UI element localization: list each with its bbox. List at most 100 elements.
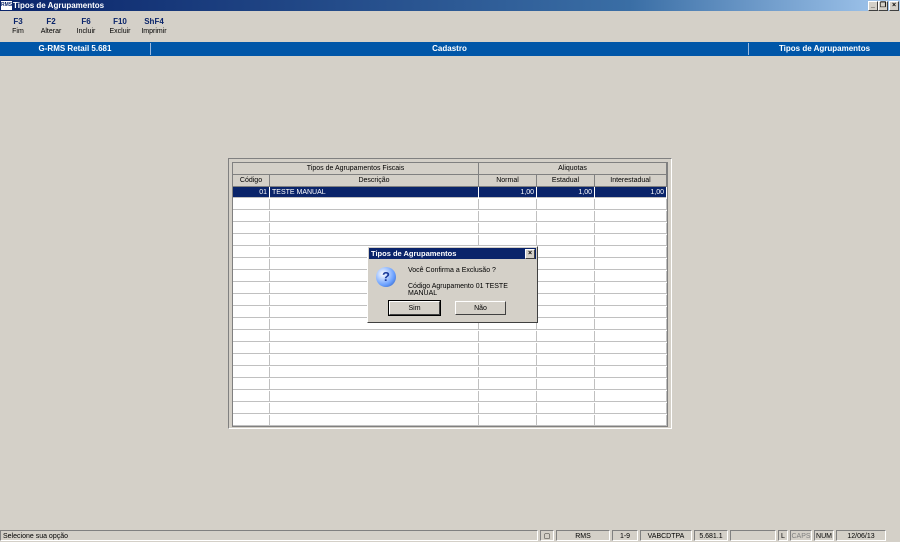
col-header-codigo[interactable]: Código [233, 175, 270, 187]
cell-empty [595, 235, 667, 246]
group-header-tipos: Tipos de Agrupamentos Fiscais [233, 163, 479, 175]
status-blank [730, 530, 776, 541]
cell-empty [537, 403, 595, 414]
table-row-empty[interactable] [233, 415, 667, 426]
table-row-empty[interactable] [233, 211, 667, 222]
imprimir-button[interactable]: ShF4 Imprimir [136, 16, 172, 37]
col-header-descricao[interactable]: Descrição [270, 175, 479, 187]
status-page: 1-9 [612, 530, 638, 541]
table-row-empty[interactable] [233, 223, 667, 234]
cell-empty [537, 391, 595, 402]
cell-empty [479, 355, 537, 366]
cell-empty [270, 415, 479, 426]
col-header-normal[interactable]: Normal [479, 175, 537, 187]
col-header-estadual[interactable]: Estadual [537, 175, 595, 187]
system-name: G-RMS Retail 5.681 [38, 44, 112, 53]
nao-button[interactable]: Não [455, 301, 506, 315]
sim-button[interactable]: Sim [388, 300, 441, 316]
cell-empty [537, 379, 595, 390]
cell-empty [595, 415, 667, 426]
cell-empty [595, 199, 667, 210]
cell-codigo: 01 [233, 187, 270, 198]
incluir-button[interactable]: F6 Incluir [68, 16, 104, 37]
excluir-key: F10 [113, 17, 127, 26]
cell-empty [595, 379, 667, 390]
status-version: 5.681.1 [694, 530, 728, 541]
incluir-label: Incluir [76, 28, 96, 35]
table-row-empty[interactable] [233, 199, 667, 210]
cell-empty [270, 367, 479, 378]
cell-empty [595, 391, 667, 402]
cell-empty [595, 331, 667, 342]
cell-empty [537, 415, 595, 426]
module-name: Cadastro [432, 44, 467, 53]
dialog-title-bar: Tipos de Agrupamentos × [369, 248, 536, 259]
cell-interestadual: 1,00 [595, 187, 667, 198]
cell-empty [595, 211, 667, 222]
alterar-button[interactable]: F2 Alterar [33, 16, 69, 37]
cell-empty [270, 199, 479, 210]
title-bar: RMS Tipos de Agrupamentos _ ❐ × [0, 0, 900, 11]
alterar-label: Alterar [40, 28, 62, 35]
cell-empty [595, 355, 667, 366]
table-row-empty[interactable] [233, 403, 667, 414]
table-row[interactable]: 01 TESTE MANUAL 1,00 1,00 1,00 [233, 187, 667, 198]
status-bar: Selecione sua opção ▢ RMS 1-9 VABCDTPA 5… [0, 529, 900, 542]
cell-empty [233, 403, 270, 414]
status-date: 12/06/13 [836, 530, 886, 541]
cell-empty [479, 367, 537, 378]
table-row-empty[interactable] [233, 367, 667, 378]
cell-empty [537, 271, 595, 282]
cell-empty [537, 223, 595, 234]
table-row-empty[interactable] [233, 391, 667, 402]
table-row-empty[interactable] [233, 379, 667, 390]
cell-empty [537, 355, 595, 366]
fim-button[interactable]: F3 Fim [0, 16, 36, 37]
imprimir-key: ShF4 [144, 17, 164, 26]
fim-label: Fim [12, 28, 24, 35]
dialog-close-icon[interactable]: × [525, 249, 535, 259]
cell-empty [479, 415, 537, 426]
cell-empty [479, 223, 537, 234]
cell-empty [595, 271, 667, 282]
cell-empty [537, 211, 595, 222]
cell-empty [479, 235, 537, 246]
cell-empty [537, 235, 595, 246]
cell-empty [595, 307, 667, 318]
alterar-key: F2 [46, 17, 56, 26]
cell-empty [233, 415, 270, 426]
cell-empty [595, 343, 667, 354]
restore-icon[interactable]: ❐ [878, 1, 888, 11]
cell-empty [479, 391, 537, 402]
cell-empty [537, 319, 595, 330]
cell-empty [233, 283, 270, 294]
question-icon: ? [376, 267, 396, 287]
table-row-empty[interactable] [233, 343, 667, 354]
excluir-button[interactable]: F10 Excluir [102, 16, 138, 37]
col-header-interestadual[interactable]: Interestadual [595, 175, 667, 187]
cell-empty [233, 247, 270, 258]
close-icon[interactable]: × [889, 1, 899, 11]
cell-empty [270, 211, 479, 222]
status-num: NUM [814, 530, 834, 541]
cell-normal: 1,00 [479, 187, 537, 198]
table-row-empty[interactable] [233, 355, 667, 366]
dialog-title: Tipos de Agrupamentos [371, 249, 457, 258]
table-row-empty[interactable] [233, 331, 667, 342]
status-program: VABCDTPA [640, 530, 692, 541]
table-row-empty[interactable] [233, 235, 667, 246]
minimize-icon[interactable]: _ [868, 1, 878, 11]
cell-empty [595, 283, 667, 294]
imprimir-label: Imprimir [141, 28, 167, 35]
cell-empty [233, 199, 270, 210]
cell-empty [537, 247, 595, 258]
window-title: Tipos de Agrupamentos [13, 1, 105, 10]
cell-empty [233, 307, 270, 318]
dialog-detail: Código Agrupamento 01 TESTE MANUAL [408, 283, 508, 297]
excluir-label: Excluir [109, 28, 131, 35]
cell-empty [270, 343, 479, 354]
toolbar: F3 Fim F2 Alterar F6 Incluir F10 Excluir… [0, 12, 900, 40]
cell-empty [233, 211, 270, 222]
cell-empty [537, 283, 595, 294]
cell-empty [537, 307, 595, 318]
